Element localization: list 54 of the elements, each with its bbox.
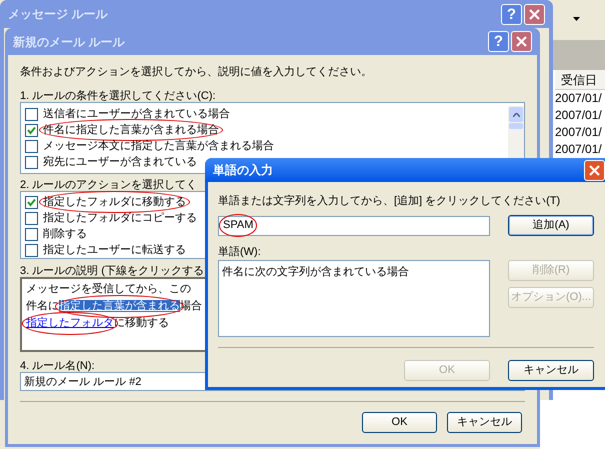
list-item[interactable]: 送信者にユーザーが含まれている場合 bbox=[43, 108, 230, 120]
table-cell-text: 2007/01/ bbox=[555, 107, 603, 124]
word-input-field[interactable]: SPAM bbox=[218, 216, 490, 236]
list-item[interactable]: 指定したユーザーに転送する bbox=[43, 244, 186, 256]
help-button[interactable]: ? bbox=[501, 4, 522, 24]
check-icon bbox=[27, 198, 36, 206]
close-icon bbox=[589, 164, 600, 176]
list-item[interactable]: 指定したフォルダにコピーする bbox=[43, 212, 197, 224]
rule-link[interactable]: 指定したフォルダ bbox=[26, 317, 114, 330]
dialog-button[interactable]: キャンセル bbox=[447, 412, 522, 433]
window-title: 単語の入力 bbox=[213, 162, 274, 179]
list-item[interactable]: メッセージ本文に指定した言葉が含まれる場合 bbox=[43, 140, 274, 152]
add-button[interactable]: 追加(A) bbox=[508, 215, 594, 236]
window-title: メッセージ ルール bbox=[8, 6, 109, 23]
check-icon bbox=[27, 126, 36, 134]
description-text: メッセージを受信してから、この bbox=[26, 282, 191, 298]
list-item[interactable]: 宛先にユーザーが含まれている bbox=[43, 156, 197, 168]
checkbox[interactable] bbox=[25, 244, 38, 256]
table-cell-text: 2007/01/ bbox=[555, 90, 603, 107]
dialog-button[interactable]: OK bbox=[362, 412, 437, 433]
checkbox[interactable] bbox=[25, 140, 38, 152]
column-header[interactable]: 受信日 bbox=[555, 70, 605, 90]
window-title: 新規のメール ルール bbox=[13, 34, 126, 50]
rule-link[interactable]: 指定した言葉が含まれる bbox=[59, 300, 180, 312]
scroll-thumb[interactable] bbox=[509, 123, 523, 129]
list-item[interactable]: 件名に指定した言葉が含まれる場合 bbox=[43, 124, 219, 136]
table-cell-text: 2007/01/ bbox=[555, 124, 603, 141]
list-item[interactable]: 削除する bbox=[43, 228, 87, 240]
section-label: 4. ルール名(N): bbox=[20, 359, 95, 372]
close-button[interactable] bbox=[511, 31, 532, 52]
checkbox[interactable] bbox=[25, 108, 38, 120]
close-button[interactable] bbox=[524, 4, 545, 24]
close-button[interactable] bbox=[584, 160, 605, 180]
dropdown-arrow-icon[interactable] bbox=[573, 17, 580, 21]
section-label: 2. ルールのアクションを選択してく bbox=[20, 178, 198, 191]
list-item[interactable]: 件名に次の文字列が含まれている場合 bbox=[222, 264, 486, 279]
dialog-button[interactable]: キャンセル bbox=[508, 360, 594, 381]
instruction-text: 条件およびアクションを選択してから、説明に値を入力してください。 bbox=[20, 65, 372, 80]
section-label: 1. ルールの条件を選択してください(C): bbox=[20, 89, 216, 102]
close-icon bbox=[516, 36, 527, 47]
close-icon bbox=[529, 8, 540, 20]
section-label: 単語(W): bbox=[218, 245, 261, 258]
checkbox[interactable] bbox=[25, 228, 38, 240]
checkbox[interactable] bbox=[25, 196, 38, 208]
checkbox[interactable] bbox=[25, 156, 38, 168]
section-label: 3. ルールの説明 (下線をクリックする bbox=[20, 264, 204, 277]
list-item[interactable]: 指定したフォルダに移動する bbox=[43, 196, 186, 208]
checkbox[interactable] bbox=[25, 212, 38, 224]
table-cell-text: 2007/01/ bbox=[555, 141, 603, 158]
prompt-text: 単語または文字列を入力してから、[追加] をクリックしてください(T) bbox=[218, 194, 560, 207]
field-value: SPAM bbox=[223, 219, 254, 232]
checkbox[interactable] bbox=[25, 124, 38, 136]
scroll-up-button[interactable] bbox=[509, 107, 523, 122]
help-button[interactable]: ? bbox=[488, 31, 509, 52]
